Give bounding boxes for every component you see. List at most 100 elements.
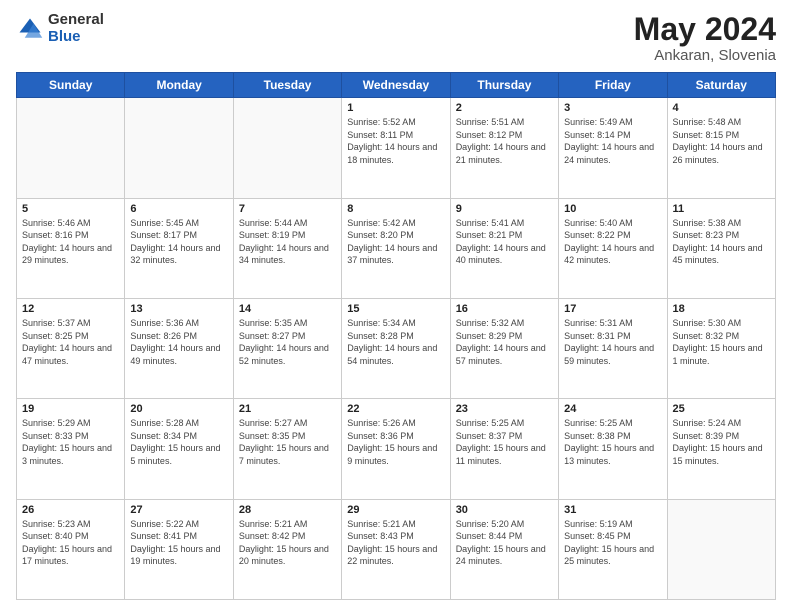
day-number: 29 — [347, 504, 444, 516]
logo-icon — [16, 15, 44, 43]
col-saturday: Saturday — [667, 73, 775, 98]
day-info: Sunrise: 5:29 AMSunset: 8:33 PMDaylight:… — [22, 417, 119, 467]
day-info: Sunrise: 5:52 AMSunset: 8:11 PMDaylight:… — [347, 116, 444, 166]
day-number: 23 — [456, 403, 553, 415]
day-info: Sunrise: 5:46 AMSunset: 8:16 PMDaylight:… — [22, 217, 119, 267]
calendar-cell: 21 Sunrise: 5:27 AMSunset: 8:35 PMDaylig… — [233, 399, 341, 499]
day-number: 16 — [456, 303, 553, 315]
calendar-cell: 22 Sunrise: 5:26 AMSunset: 8:36 PMDaylig… — [342, 399, 450, 499]
calendar-cell: 30 Sunrise: 5:20 AMSunset: 8:44 PMDaylig… — [450, 499, 558, 599]
calendar-cell: 13 Sunrise: 5:36 AMSunset: 8:26 PMDaylig… — [125, 298, 233, 398]
day-info: Sunrise: 5:35 AMSunset: 8:27 PMDaylight:… — [239, 317, 336, 367]
title-block: May 2024 Ankaran, Slovenia — [634, 12, 776, 64]
col-friday: Friday — [559, 73, 667, 98]
calendar-cell: 6 Sunrise: 5:45 AMSunset: 8:17 PMDayligh… — [125, 198, 233, 298]
calendar-cell: 16 Sunrise: 5:32 AMSunset: 8:29 PMDaylig… — [450, 298, 558, 398]
col-thursday: Thursday — [450, 73, 558, 98]
calendar-cell: 12 Sunrise: 5:37 AMSunset: 8:25 PMDaylig… — [17, 298, 125, 398]
calendar-cell: 2 Sunrise: 5:51 AMSunset: 8:12 PMDayligh… — [450, 98, 558, 198]
day-info: Sunrise: 5:25 AMSunset: 8:37 PMDaylight:… — [456, 417, 553, 467]
day-info: Sunrise: 5:22 AMSunset: 8:41 PMDaylight:… — [130, 518, 227, 568]
calendar-cell: 5 Sunrise: 5:46 AMSunset: 8:16 PMDayligh… — [17, 198, 125, 298]
calendar-week-2: 5 Sunrise: 5:46 AMSunset: 8:16 PMDayligh… — [17, 198, 776, 298]
calendar-cell: 4 Sunrise: 5:48 AMSunset: 8:15 PMDayligh… — [667, 98, 775, 198]
day-number: 13 — [130, 303, 227, 315]
calendar-cell — [17, 98, 125, 198]
day-number: 9 — [456, 203, 553, 215]
day-info: Sunrise: 5:27 AMSunset: 8:35 PMDaylight:… — [239, 417, 336, 467]
day-number: 7 — [239, 203, 336, 215]
calendar-cell: 20 Sunrise: 5:28 AMSunset: 8:34 PMDaylig… — [125, 399, 233, 499]
calendar-cell: 15 Sunrise: 5:34 AMSunset: 8:28 PMDaylig… — [342, 298, 450, 398]
calendar-week-4: 19 Sunrise: 5:29 AMSunset: 8:33 PMDaylig… — [17, 399, 776, 499]
day-number: 25 — [673, 403, 770, 415]
calendar-cell: 25 Sunrise: 5:24 AMSunset: 8:39 PMDaylig… — [667, 399, 775, 499]
day-number: 11 — [673, 203, 770, 215]
day-info: Sunrise: 5:37 AMSunset: 8:25 PMDaylight:… — [22, 317, 119, 367]
calendar-cell: 26 Sunrise: 5:23 AMSunset: 8:40 PMDaylig… — [17, 499, 125, 599]
day-number: 20 — [130, 403, 227, 415]
day-info: Sunrise: 5:32 AMSunset: 8:29 PMDaylight:… — [456, 317, 553, 367]
day-info: Sunrise: 5:36 AMSunset: 8:26 PMDaylight:… — [130, 317, 227, 367]
day-info: Sunrise: 5:21 AMSunset: 8:43 PMDaylight:… — [347, 518, 444, 568]
day-info: Sunrise: 5:34 AMSunset: 8:28 PMDaylight:… — [347, 317, 444, 367]
calendar-table: Sunday Monday Tuesday Wednesday Thursday… — [16, 72, 776, 600]
calendar-cell: 18 Sunrise: 5:30 AMSunset: 8:32 PMDaylig… — [667, 298, 775, 398]
calendar-cell: 27 Sunrise: 5:22 AMSunset: 8:41 PMDaylig… — [125, 499, 233, 599]
day-info: Sunrise: 5:21 AMSunset: 8:42 PMDaylight:… — [239, 518, 336, 568]
col-sunday: Sunday — [17, 73, 125, 98]
day-info: Sunrise: 5:38 AMSunset: 8:23 PMDaylight:… — [673, 217, 770, 267]
calendar-cell: 3 Sunrise: 5:49 AMSunset: 8:14 PMDayligh… — [559, 98, 667, 198]
day-number: 21 — [239, 403, 336, 415]
day-number: 27 — [130, 504, 227, 516]
day-info: Sunrise: 5:42 AMSunset: 8:20 PMDaylight:… — [347, 217, 444, 267]
day-info: Sunrise: 5:24 AMSunset: 8:39 PMDaylight:… — [673, 417, 770, 467]
col-monday: Monday — [125, 73, 233, 98]
day-info: Sunrise: 5:26 AMSunset: 8:36 PMDaylight:… — [347, 417, 444, 467]
calendar-cell — [125, 98, 233, 198]
day-number: 3 — [564, 102, 661, 114]
calendar-cell: 23 Sunrise: 5:25 AMSunset: 8:37 PMDaylig… — [450, 399, 558, 499]
day-info: Sunrise: 5:41 AMSunset: 8:21 PMDaylight:… — [456, 217, 553, 267]
calendar-cell: 1 Sunrise: 5:52 AMSunset: 8:11 PMDayligh… — [342, 98, 450, 198]
day-number: 5 — [22, 203, 119, 215]
calendar-cell: 19 Sunrise: 5:29 AMSunset: 8:33 PMDaylig… — [17, 399, 125, 499]
calendar-cell — [667, 499, 775, 599]
day-number: 28 — [239, 504, 336, 516]
day-number: 19 — [22, 403, 119, 415]
day-number: 22 — [347, 403, 444, 415]
day-number: 1 — [347, 102, 444, 114]
title-location: Ankaran, Slovenia — [634, 47, 776, 64]
day-info: Sunrise: 5:28 AMSunset: 8:34 PMDaylight:… — [130, 417, 227, 467]
logo-general: General — [48, 12, 104, 29]
day-info: Sunrise: 5:23 AMSunset: 8:40 PMDaylight:… — [22, 518, 119, 568]
day-info: Sunrise: 5:51 AMSunset: 8:12 PMDaylight:… — [456, 116, 553, 166]
day-number: 12 — [22, 303, 119, 315]
title-month: May 2024 — [634, 12, 776, 47]
calendar-cell: 8 Sunrise: 5:42 AMSunset: 8:20 PMDayligh… — [342, 198, 450, 298]
day-number: 10 — [564, 203, 661, 215]
day-number: 15 — [347, 303, 444, 315]
day-info: Sunrise: 5:31 AMSunset: 8:31 PMDaylight:… — [564, 317, 661, 367]
calendar-cell: 14 Sunrise: 5:35 AMSunset: 8:27 PMDaylig… — [233, 298, 341, 398]
calendar-cell: 17 Sunrise: 5:31 AMSunset: 8:31 PMDaylig… — [559, 298, 667, 398]
day-number: 18 — [673, 303, 770, 315]
day-info: Sunrise: 5:19 AMSunset: 8:45 PMDaylight:… — [564, 518, 661, 568]
day-info: Sunrise: 5:45 AMSunset: 8:17 PMDaylight:… — [130, 217, 227, 267]
calendar-cell: 29 Sunrise: 5:21 AMSunset: 8:43 PMDaylig… — [342, 499, 450, 599]
col-wednesday: Wednesday — [342, 73, 450, 98]
day-number: 26 — [22, 504, 119, 516]
calendar-cell — [233, 98, 341, 198]
calendar-week-1: 1 Sunrise: 5:52 AMSunset: 8:11 PMDayligh… — [17, 98, 776, 198]
day-info: Sunrise: 5:49 AMSunset: 8:14 PMDaylight:… — [564, 116, 661, 166]
calendar-week-3: 12 Sunrise: 5:37 AMSunset: 8:25 PMDaylig… — [17, 298, 776, 398]
day-number: 14 — [239, 303, 336, 315]
calendar-header-row: Sunday Monday Tuesday Wednesday Thursday… — [17, 73, 776, 98]
calendar-cell: 7 Sunrise: 5:44 AMSunset: 8:19 PMDayligh… — [233, 198, 341, 298]
day-info: Sunrise: 5:25 AMSunset: 8:38 PMDaylight:… — [564, 417, 661, 467]
day-info: Sunrise: 5:48 AMSunset: 8:15 PMDaylight:… — [673, 116, 770, 166]
calendar-cell: 24 Sunrise: 5:25 AMSunset: 8:38 PMDaylig… — [559, 399, 667, 499]
calendar-cell: 11 Sunrise: 5:38 AMSunset: 8:23 PMDaylig… — [667, 198, 775, 298]
day-number: 31 — [564, 504, 661, 516]
calendar-cell: 9 Sunrise: 5:41 AMSunset: 8:21 PMDayligh… — [450, 198, 558, 298]
